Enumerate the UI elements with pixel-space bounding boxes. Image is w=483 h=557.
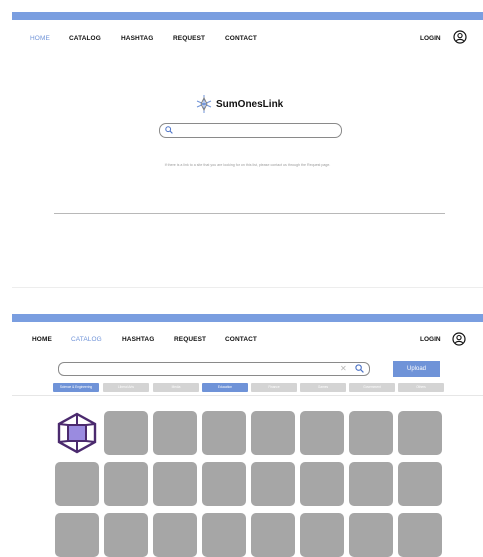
link-tile[interactable] bbox=[104, 411, 148, 455]
link-tile[interactable] bbox=[300, 411, 344, 455]
link-tile[interactable] bbox=[349, 411, 393, 455]
catalog-search-box: ✕ bbox=[58, 362, 370, 376]
nav-request[interactable]: REQUEST bbox=[173, 35, 205, 42]
link-tile[interactable] bbox=[349, 513, 393, 557]
category-tab-science-engineering[interactable]: Science & Engineering bbox=[53, 383, 99, 392]
link-tile-featured[interactable] bbox=[55, 411, 99, 455]
nav-home[interactable]: HOME bbox=[30, 35, 50, 42]
user-circle-icon[interactable] bbox=[452, 332, 466, 346]
link-tile[interactable] bbox=[104, 462, 148, 506]
link-tile[interactable] bbox=[349, 462, 393, 506]
link-tile[interactable] bbox=[55, 462, 99, 506]
tabs-divider bbox=[12, 395, 483, 396]
link-tile[interactable] bbox=[398, 411, 442, 455]
category-tab-education[interactable]: Education bbox=[202, 383, 248, 392]
link-tile[interactable] bbox=[398, 462, 442, 506]
category-tab-finance[interactable]: Finance bbox=[251, 383, 297, 392]
catalog-search-input[interactable] bbox=[65, 364, 335, 373]
request-hint: If there is a link to a site that you ar… bbox=[164, 163, 331, 167]
search-icon[interactable] bbox=[165, 126, 173, 134]
link-tile[interactable] bbox=[251, 411, 295, 455]
category-tab-media[interactable]: Media bbox=[153, 383, 199, 392]
login-link[interactable]: LOGIN bbox=[420, 35, 441, 42]
upload-button[interactable]: Upload bbox=[393, 361, 440, 377]
search-icon[interactable] bbox=[355, 364, 364, 373]
catalog-page: HOME CATALOG HASHTAG REQUEST CONTACT LOG… bbox=[12, 314, 483, 557]
user-circle-icon[interactable] bbox=[453, 30, 467, 44]
link-tile[interactable] bbox=[251, 462, 295, 506]
link-tile[interactable] bbox=[251, 513, 295, 557]
nav-contact[interactable]: CONTACT bbox=[225, 35, 257, 42]
link-tile[interactable] bbox=[104, 513, 148, 557]
category-tab-others[interactable]: Others bbox=[398, 383, 444, 392]
category-tab-government[interactable]: Government bbox=[349, 383, 395, 392]
link-tile[interactable] bbox=[202, 513, 246, 557]
close-icon[interactable]: ✕ bbox=[340, 364, 347, 374]
brand: SumOnesLink bbox=[196, 94, 283, 114]
link-tile[interactable] bbox=[202, 411, 246, 455]
link-tile[interactable] bbox=[153, 513, 197, 557]
brand-name: SumOnesLink bbox=[216, 98, 284, 110]
page-bottom-border bbox=[12, 287, 483, 288]
nav-hashtag[interactable]: HASHTAG bbox=[122, 336, 154, 343]
link-tile[interactable] bbox=[153, 462, 197, 506]
nav-hashtag[interactable]: HASHTAG bbox=[121, 35, 153, 42]
link-tile[interactable] bbox=[300, 513, 344, 557]
link-tile[interactable] bbox=[300, 462, 344, 506]
home-search-box bbox=[159, 123, 342, 138]
main-nav: HOME CATALOG HASHTAG REQUEST CONTACT LOG… bbox=[12, 12, 483, 44]
link-tile[interactable] bbox=[202, 462, 246, 506]
category-tab-liberal-arts[interactable]: Liberal Arts bbox=[103, 383, 149, 392]
main-nav: HOME CATALOG HASHTAG REQUEST CONTACT LOG… bbox=[12, 314, 483, 346]
nav-contact[interactable]: CONTACT bbox=[225, 336, 257, 343]
link-tile[interactable] bbox=[398, 513, 442, 557]
home-search-input[interactable] bbox=[176, 125, 336, 135]
link-tile[interactable] bbox=[55, 513, 99, 557]
nav-catalog[interactable]: CATALOG bbox=[69, 35, 101, 42]
cube-logo-icon bbox=[57, 412, 97, 454]
nav-catalog[interactable]: CATALOG bbox=[71, 336, 102, 343]
home-page: HOME CATALOG HASHTAG REQUEST CONTACT LOG… bbox=[12, 12, 483, 288]
login-link[interactable]: LOGIN bbox=[420, 336, 441, 343]
nav-home[interactable]: HOME bbox=[32, 336, 52, 343]
link-tile[interactable] bbox=[153, 411, 197, 455]
section-divider bbox=[54, 213, 445, 214]
star-link-logo bbox=[196, 95, 212, 113]
nav-request[interactable]: REQUEST bbox=[174, 336, 206, 343]
category-tab-games[interactable]: Games bbox=[300, 383, 346, 392]
